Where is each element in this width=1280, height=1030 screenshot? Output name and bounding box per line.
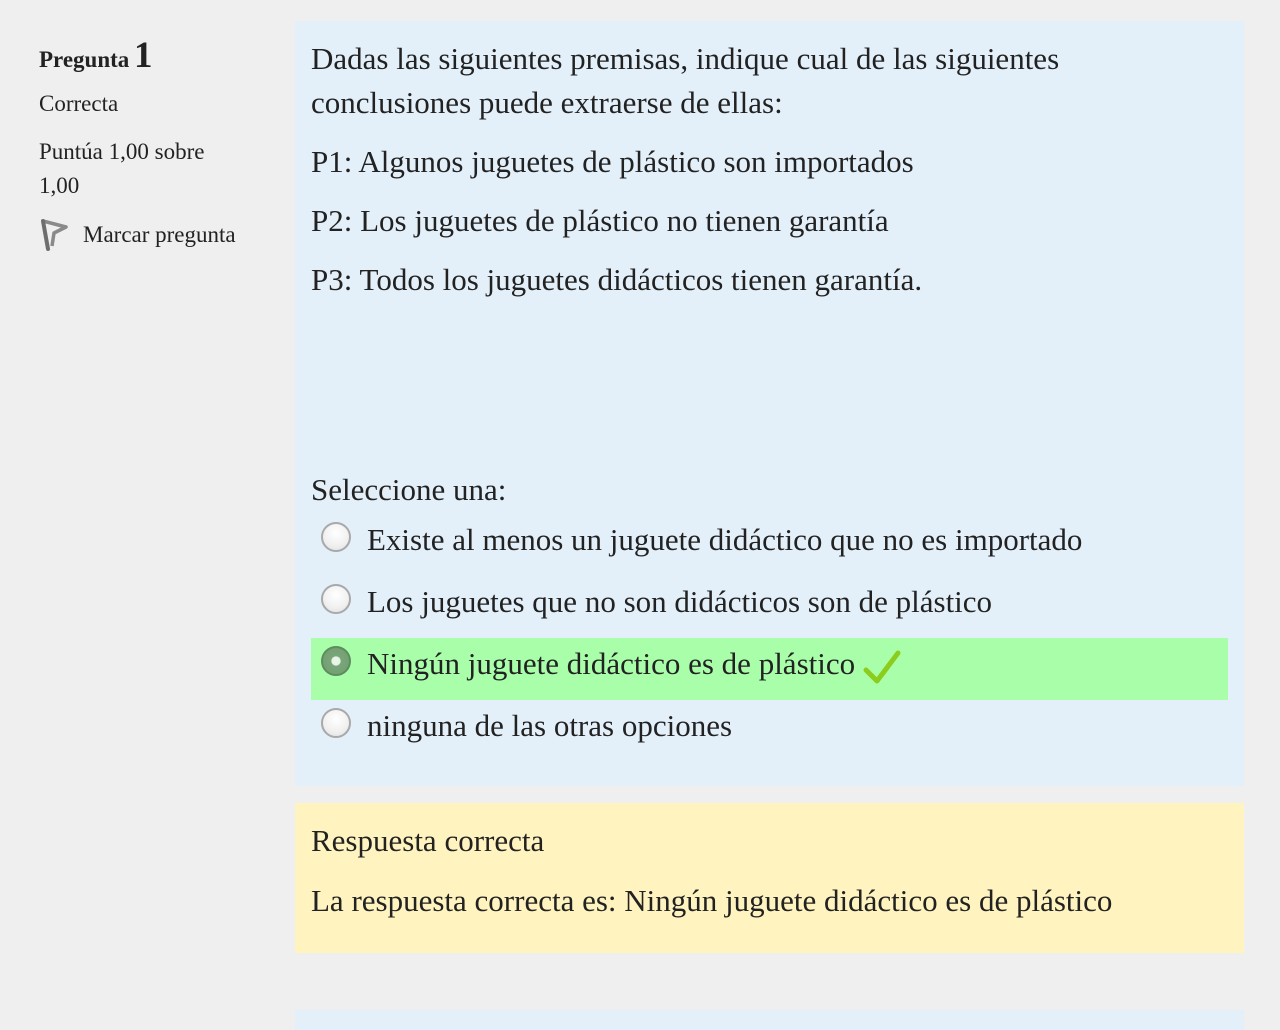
- answer-option-2[interactable]: Los juguetes que no son didácticos son d…: [311, 576, 1228, 638]
- flag-icon: [41, 219, 68, 251]
- question-number: 1: [133, 35, 153, 76]
- radio-button[interactable]: [321, 708, 351, 738]
- question-state: Correcta: [39, 91, 119, 116]
- premise-3: P3: Todos los juguetes didácticos tienen…: [311, 262, 923, 297]
- flag-question-button[interactable]: Marcar pregunta: [39, 219, 279, 251]
- question-text: Dadas las siguientes premisas, indique c…: [311, 41, 1060, 120]
- answer-option-4[interactable]: ninguna de las otras opciones: [311, 700, 1228, 762]
- answer-options: Existe al menos un juguete didáctico que…: [311, 514, 1228, 762]
- radio-button-selected[interactable]: [321, 646, 351, 676]
- answer-option-1[interactable]: Existe al menos un juguete didáctico que…: [311, 514, 1228, 576]
- question-label: Pregunta: [39, 47, 130, 72]
- answer-option-label: Ningún juguete didáctico es de plástico: [367, 646, 856, 681]
- question-grade: Puntúa 1,00 sobre 1,00: [39, 139, 205, 198]
- flag-question-label: Marcar pregunta: [83, 222, 236, 247]
- answer-option-label: ninguna de las otras opciones: [367, 708, 733, 743]
- question-formulation: Dadas las siguientes premisas, indique c…: [295, 21, 1244, 786]
- radio-button[interactable]: [321, 522, 351, 552]
- premise-2: P2: Los juguetes de plástico no tienen g…: [311, 203, 889, 238]
- feedback-result: Respuesta correcta: [311, 823, 545, 858]
- feedback-panel: Respuesta correcta La respuesta correcta…: [295, 803, 1244, 953]
- answer-option-3[interactable]: Ningún juguete didáctico es de plástico: [311, 638, 1228, 700]
- question-number-heading: Pregunta 1: [39, 34, 279, 77]
- answer-option-label: Existe al menos un juguete didáctico que…: [367, 522, 1083, 557]
- question-info: Pregunta 1 Correcta Puntúa 1,00 sobre 1,…: [39, 34, 279, 251]
- premise-1: P1: Algunos juguetes de plástico son imp…: [311, 144, 914, 179]
- next-question-panel: [295, 1010, 1244, 1030]
- answer-prompt: Seleccione una:: [311, 472, 507, 507]
- radio-button[interactable]: [321, 584, 351, 614]
- feedback-right-answer: La respuesta correcta es: Ningún juguete…: [311, 883, 1113, 918]
- answer-option-label: Los juguetes que no son didácticos son d…: [367, 584, 993, 619]
- check-icon: [863, 650, 901, 684]
